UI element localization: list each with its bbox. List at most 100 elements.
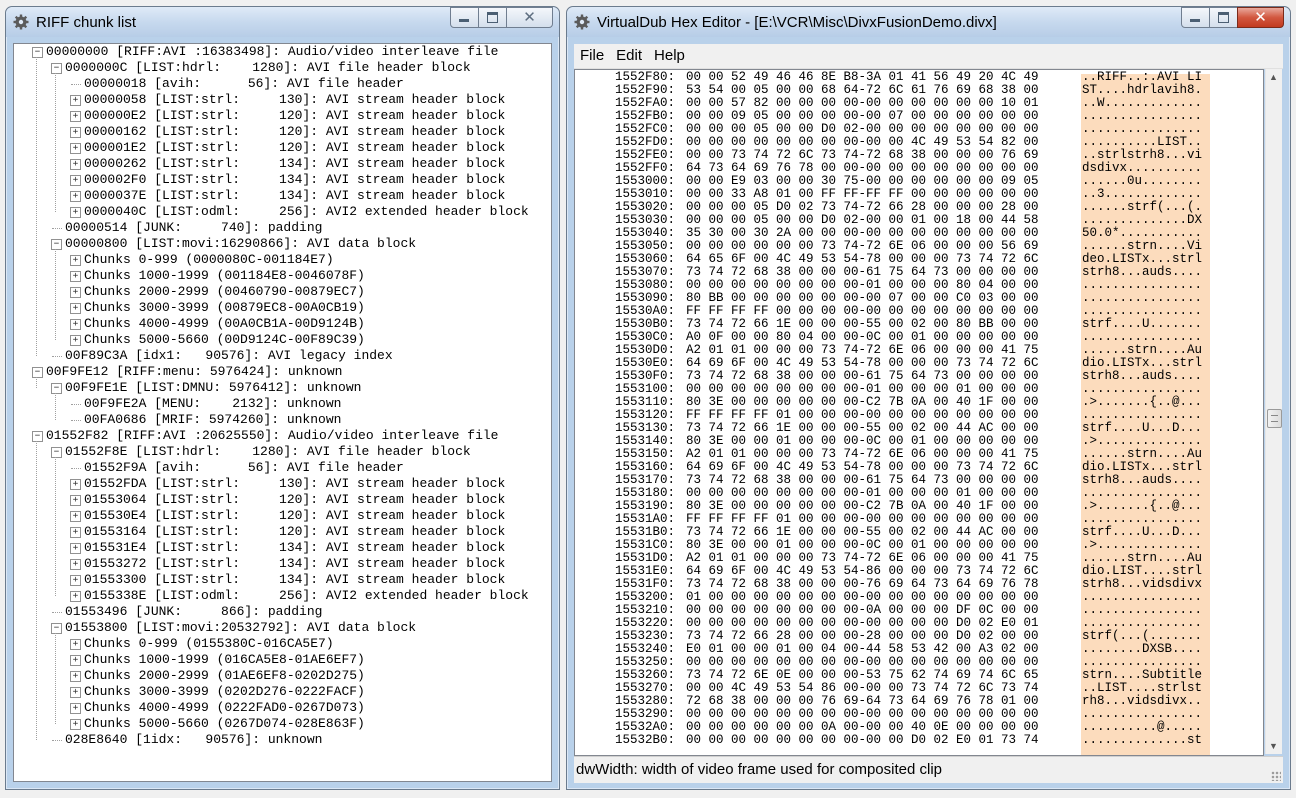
expand-icon[interactable]: + (70, 719, 81, 730)
expand-icon[interactable]: + (70, 703, 81, 714)
collapse-icon[interactable]: − (51, 383, 62, 394)
tree-item[interactable]: 00FA0686 [MRIF: 5974260]: unknown (71, 412, 341, 428)
tree-item[interactable]: + Chunks 5000-5660 (00D9124C-00F89C39) (70, 332, 365, 348)
menu-file[interactable]: File (574, 44, 610, 68)
chunk-tree[interactable]: −00000000 [RIFF:AVI :16383498]: Audio/vi… (14, 44, 551, 781)
collapse-icon[interactable]: − (32, 47, 43, 58)
riff-titlebar[interactable]: RIFF chunk list ✕ (6, 7, 559, 37)
close-button[interactable]: ✕ (506, 7, 553, 28)
expand-icon[interactable]: + (70, 159, 81, 170)
tree-item[interactable]: + Chunks 2000-2999 (00460790-00879EC7) (70, 284, 365, 300)
tree-item[interactable]: 01553496 [JUNK: 866]: padding (52, 604, 322, 620)
maximize-button[interactable] (478, 7, 507, 28)
scroll-down-icon[interactable]: ▼ (1269, 741, 1278, 751)
expand-icon[interactable]: + (70, 575, 81, 586)
tree-item[interactable]: +0000037E [LIST:strl: 134]: AVI stream h… (70, 188, 505, 204)
tree-item[interactable]: −0000000C [LIST:hdrl: 1280]: AVI file he… (51, 60, 471, 76)
expand-icon[interactable]: + (70, 591, 81, 602)
expand-icon[interactable]: + (70, 303, 81, 314)
expand-icon[interactable]: + (70, 95, 81, 106)
expand-icon[interactable]: + (70, 255, 81, 266)
menu-edit[interactable]: Edit (610, 44, 648, 68)
expand-icon[interactable]: + (70, 639, 81, 650)
expand-icon[interactable]: + (70, 319, 81, 330)
tree-item[interactable]: 01552F9A [avih: 56]: AVI file header (71, 460, 404, 476)
tree-item[interactable]: −01552F82 [RIFF:AVI :20625550]: Audio/vi… (32, 428, 498, 444)
expand-icon[interactable]: + (70, 191, 81, 202)
tree-item[interactable]: −00F9FE1E [LIST:DMNU: 5976412]: unknown (51, 380, 361, 396)
expand-icon[interactable]: + (70, 335, 81, 346)
tree-item[interactable]: +015531E4 [LIST:strl: 134]: AVI stream h… (70, 540, 505, 556)
expand-icon[interactable]: + (70, 671, 81, 682)
collapse-icon[interactable]: − (51, 63, 62, 74)
tree-item[interactable]: 028E8640 [1idx: 90576]: unknown (52, 732, 322, 748)
tree-item[interactable]: +00000162 [LIST:strl: 120]: AVI stream h… (70, 124, 505, 140)
expand-icon[interactable]: + (70, 687, 81, 698)
tree-item[interactable]: + Chunks 1000-1999 (001184E8-0046078F) (70, 268, 365, 284)
minimize-button[interactable] (450, 7, 479, 28)
expand-icon[interactable]: + (70, 175, 81, 186)
collapse-icon[interactable]: − (32, 367, 43, 378)
hex-view[interactable]: 1552F80: 00 00 52 49 46 46 8E B8-3A 01 41… (574, 69, 1264, 756)
tree-item[interactable]: +000000E2 [LIST:strl: 120]: AVI stream h… (70, 108, 505, 124)
expand-icon[interactable]: + (70, 543, 81, 554)
tree-item[interactable]: +00000262 [LIST:strl: 134]: AVI stream h… (70, 156, 505, 172)
tree-item[interactable]: 00F89C3A [idx1: 90576]: AVI legacy index (52, 348, 393, 364)
tree-item[interactable]: +00000058 [LIST:strl: 130]: AVI stream h… (70, 92, 505, 108)
tree-item[interactable]: +01553300 [LIST:strl: 134]: AVI stream h… (70, 572, 505, 588)
expand-icon[interactable]: + (70, 559, 81, 570)
hex-titlebar[interactable]: VirtualDub Hex Editor - [E:\VCR\Misc\Div… (567, 7, 1290, 37)
menu-help[interactable]: Help (648, 44, 691, 68)
expand-icon[interactable]: + (70, 655, 81, 666)
tree-item[interactable]: + Chunks 4000-4999 (00A0CB1A-00D9124B) (70, 316, 365, 332)
tree-item[interactable]: + Chunks 2000-2999 (01AE6EF8-0202D275) (70, 668, 365, 684)
riff-tree-view[interactable]: −00000000 [RIFF:AVI :16383498]: Audio/vi… (13, 43, 552, 782)
resize-grip-icon[interactable] (1271, 771, 1281, 781)
tree-item[interactable]: +000002F0 [LIST:strl: 134]: AVI stream h… (70, 172, 505, 188)
collapse-icon[interactable]: − (51, 239, 62, 250)
expand-icon[interactable]: + (70, 111, 81, 122)
scrollbar-thumb[interactable] (1267, 409, 1282, 428)
expand-icon[interactable]: + (70, 527, 81, 538)
minimize-button[interactable] (1181, 7, 1210, 28)
tree-item[interactable]: +01552FDA [LIST:strl: 130]: AVI stream h… (70, 476, 505, 492)
close-button[interactable]: ✕ (1237, 7, 1284, 28)
tree-item[interactable]: +000001E2 [LIST:strl: 120]: AVI stream h… (70, 140, 505, 156)
expand-icon[interactable]: + (70, 479, 81, 490)
tree-item[interactable]: −01553800 [LIST:movi:20532792]: AVI data… (51, 620, 416, 636)
collapse-icon[interactable]: − (32, 431, 43, 442)
tree-item[interactable]: +01553064 [LIST:strl: 120]: AVI stream h… (70, 492, 505, 508)
tree-item[interactable]: −00F9FE12 [RIFF:menu: 5976424]: unknown (32, 364, 342, 380)
tree-item[interactable]: −00000000 [RIFF:AVI :16383498]: Audio/vi… (32, 44, 498, 60)
tree-item[interactable]: 00F9FE2A [MENU: 2132]: unknown (71, 396, 341, 412)
tree-item[interactable]: −00000800 [LIST:movi:16290866]: AVI data… (51, 236, 416, 252)
expand-icon[interactable]: + (70, 207, 81, 218)
tree-item[interactable]: + Chunks 1000-1999 (016CA5E8-01AE6EF7) (70, 652, 365, 668)
scroll-up-icon[interactable]: ▲ (1269, 72, 1278, 82)
expand-icon[interactable]: + (70, 495, 81, 506)
tree-item[interactable]: + Chunks 3000-3999 (0202D276-0222FACF) (70, 684, 365, 700)
tree-item[interactable]: 00000018 [avih: 56]: AVI file header (71, 76, 404, 92)
tree-item[interactable]: +0000040C [LIST:odml: 256]: AVI2 extende… (70, 204, 529, 220)
tree-item[interactable]: + Chunks 0-999 (0000080C-001184E7) (70, 252, 334, 268)
expand-icon[interactable]: + (70, 511, 81, 522)
expand-icon[interactable]: + (70, 143, 81, 154)
collapse-icon[interactable]: − (51, 447, 62, 458)
collapse-icon[interactable]: − (51, 623, 62, 634)
tree-item[interactable]: + Chunks 4000-4999 (0222FAD0-0267D073) (70, 700, 365, 716)
maximize-icon (1218, 12, 1229, 23)
maximize-button[interactable] (1209, 7, 1238, 28)
tree-item[interactable]: +0155338E [LIST:odml: 256]: AVI2 extende… (70, 588, 529, 604)
tree-item[interactable]: −01552F8E [LIST:hdrl: 1280]: AVI file he… (51, 444, 471, 460)
vertical-scrollbar[interactable]: ▲ ▼ (1265, 69, 1282, 754)
tree-item[interactable]: + Chunks 5000-5660 (0267D074-028E863F) (70, 716, 365, 732)
tree-item[interactable]: 00000514 [JUNK: 740]: padding (52, 220, 322, 236)
tree-item[interactable]: +01553272 [LIST:strl: 134]: AVI stream h… (70, 556, 505, 572)
expand-icon[interactable]: + (70, 287, 81, 298)
tree-item[interactable]: +01553164 [LIST:strl: 120]: AVI stream h… (70, 524, 505, 540)
tree-item[interactable]: +015530E4 [LIST:strl: 120]: AVI stream h… (70, 508, 505, 524)
tree-item[interactable]: + Chunks 0-999 (0155380C-016CA5E7) (70, 636, 334, 652)
expand-icon[interactable]: + (70, 271, 81, 282)
tree-item[interactable]: + Chunks 3000-3999 (00879EC8-00A0CB19) (70, 300, 365, 316)
expand-icon[interactable]: + (70, 127, 81, 138)
